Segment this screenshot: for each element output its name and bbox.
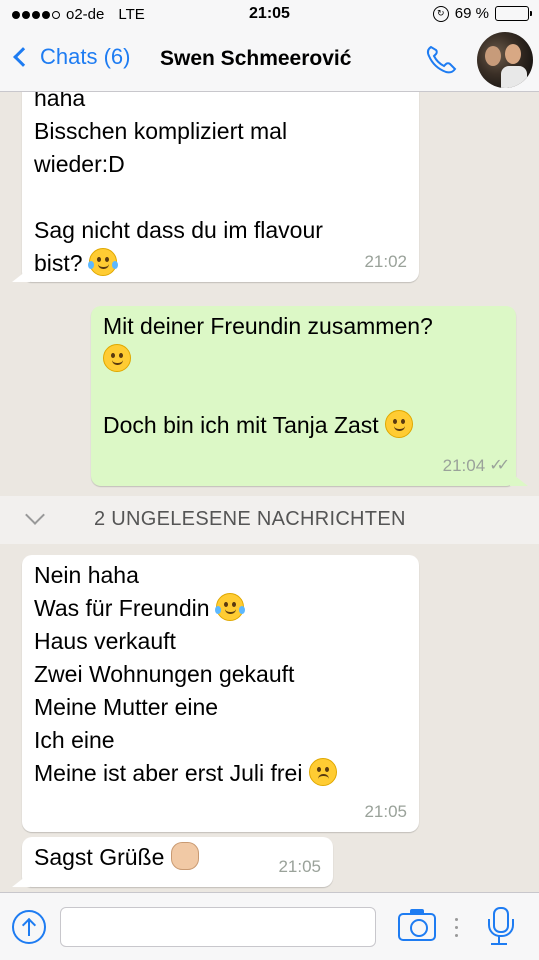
status-right: ↻ 69 % bbox=[432, 5, 532, 22]
message-bubble-incoming[interactable]: Sagst Grüße 21:05 bbox=[22, 837, 333, 887]
back-to-chats-button[interactable]: Chats (6) bbox=[10, 44, 130, 70]
joy-emoji-icon bbox=[214, 593, 245, 621]
message-meta: 21:05 bbox=[364, 795, 407, 828]
call-button[interactable] bbox=[422, 42, 462, 78]
message-text-row bbox=[103, 343, 504, 376]
message-time: 21:05 bbox=[278, 857, 321, 876]
message-bubble-outgoing[interactable]: Mit deiner Freundin zusammen? Doch bin i… bbox=[91, 306, 516, 486]
contact-name[interactable]: Swen Schmeerović bbox=[160, 47, 351, 71]
more-options-icon[interactable] bbox=[455, 913, 459, 941]
message-text: Meine Mutter eine bbox=[34, 694, 219, 720]
chat-header: Chats (6) Swen Schmeerović bbox=[0, 30, 539, 92]
message-text-row: Doch bin ich mit Tanja Zast bbox=[103, 409, 504, 442]
message-text: Haus verkauft bbox=[34, 628, 176, 654]
wink-emoji-icon bbox=[385, 410, 414, 438]
attach-upload-button[interactable] bbox=[12, 910, 46, 944]
chevron-down-icon bbox=[25, 505, 45, 525]
message-composer bbox=[0, 892, 539, 960]
battery-icon bbox=[495, 6, 532, 21]
message-text: Mit deiner Freundin zusammen? bbox=[103, 313, 433, 339]
ok-hand-emoji-icon bbox=[170, 842, 199, 870]
smile-emoji-icon bbox=[103, 344, 131, 372]
message-text bbox=[34, 181, 407, 214]
phone-icon bbox=[426, 45, 457, 74]
chevron-left-icon bbox=[13, 47, 33, 67]
message-text-row: Was für Freundin bbox=[34, 592, 407, 625]
microphone-base bbox=[491, 943, 507, 945]
status-bar: o2-de LTE 21:05 ↻ 69 % bbox=[0, 0, 539, 30]
message-bubble-incoming[interactable]: haha Bisschen kompliziert mal wieder:D S… bbox=[22, 92, 419, 282]
message-list[interactable]: haha Bisschen kompliziert mal wieder:D S… bbox=[0, 92, 539, 892]
unread-messages-banner: 2 UNGELESENE NACHRICHTEN bbox=[0, 496, 539, 544]
camera-icon[interactable] bbox=[398, 909, 436, 941]
message-text: Nein haha bbox=[34, 562, 139, 588]
message-text: Doch bin ich mit Tanja Zast bbox=[103, 412, 379, 438]
message-text-row: bist? bbox=[34, 247, 407, 280]
joy-emoji-icon bbox=[87, 248, 118, 276]
message-time: 21:04 bbox=[442, 456, 486, 475]
message-bubble-incoming[interactable]: Nein haha Was für Freundin Haus verkauft… bbox=[22, 555, 419, 832]
message-text: Meine ist aber erst Juli frei bbox=[34, 760, 303, 786]
weary-emoji-icon bbox=[308, 758, 337, 786]
message-time: 21:02 bbox=[364, 252, 407, 271]
message-text: Zwei Wohnungen gekauft bbox=[34, 661, 295, 687]
message-text: Sagst Grüße bbox=[34, 844, 165, 870]
message-text-row: Meine ist aber erst Juli frei bbox=[34, 757, 407, 790]
message-text bbox=[103, 376, 504, 409]
message-meta: 21:02 bbox=[364, 245, 407, 278]
contact-avatar[interactable] bbox=[477, 32, 533, 88]
message-meta: 21:05 bbox=[278, 850, 321, 883]
message-text: Ich eine bbox=[34, 727, 115, 753]
message-time: 21:05 bbox=[364, 802, 407, 821]
rotation-lock-icon: ↻ bbox=[432, 5, 449, 22]
message-meta: 21:04 ✓✓ bbox=[442, 449, 510, 482]
bubble-tail bbox=[12, 268, 30, 282]
message-text: Was für Freundin bbox=[34, 595, 210, 621]
double-check-icon: ✓✓ bbox=[489, 457, 510, 474]
message-input[interactable] bbox=[60, 907, 376, 947]
message-text: bist? bbox=[34, 250, 83, 276]
unread-label: 2 UNGELESENE NACHRICHTEN bbox=[94, 508, 406, 530]
microphone-stand bbox=[498, 935, 500, 943]
message-text: Bisschen kompliziert mal bbox=[34, 118, 288, 144]
message-text: haha bbox=[34, 92, 86, 111]
microphone-icon[interactable] bbox=[486, 907, 514, 947]
message-text: wieder:D bbox=[34, 151, 125, 177]
back-label: Chats (6) bbox=[40, 44, 131, 69]
battery-percent: 69 % bbox=[454, 5, 489, 22]
message-text: Sag nicht dass du im flavour bbox=[34, 217, 323, 243]
